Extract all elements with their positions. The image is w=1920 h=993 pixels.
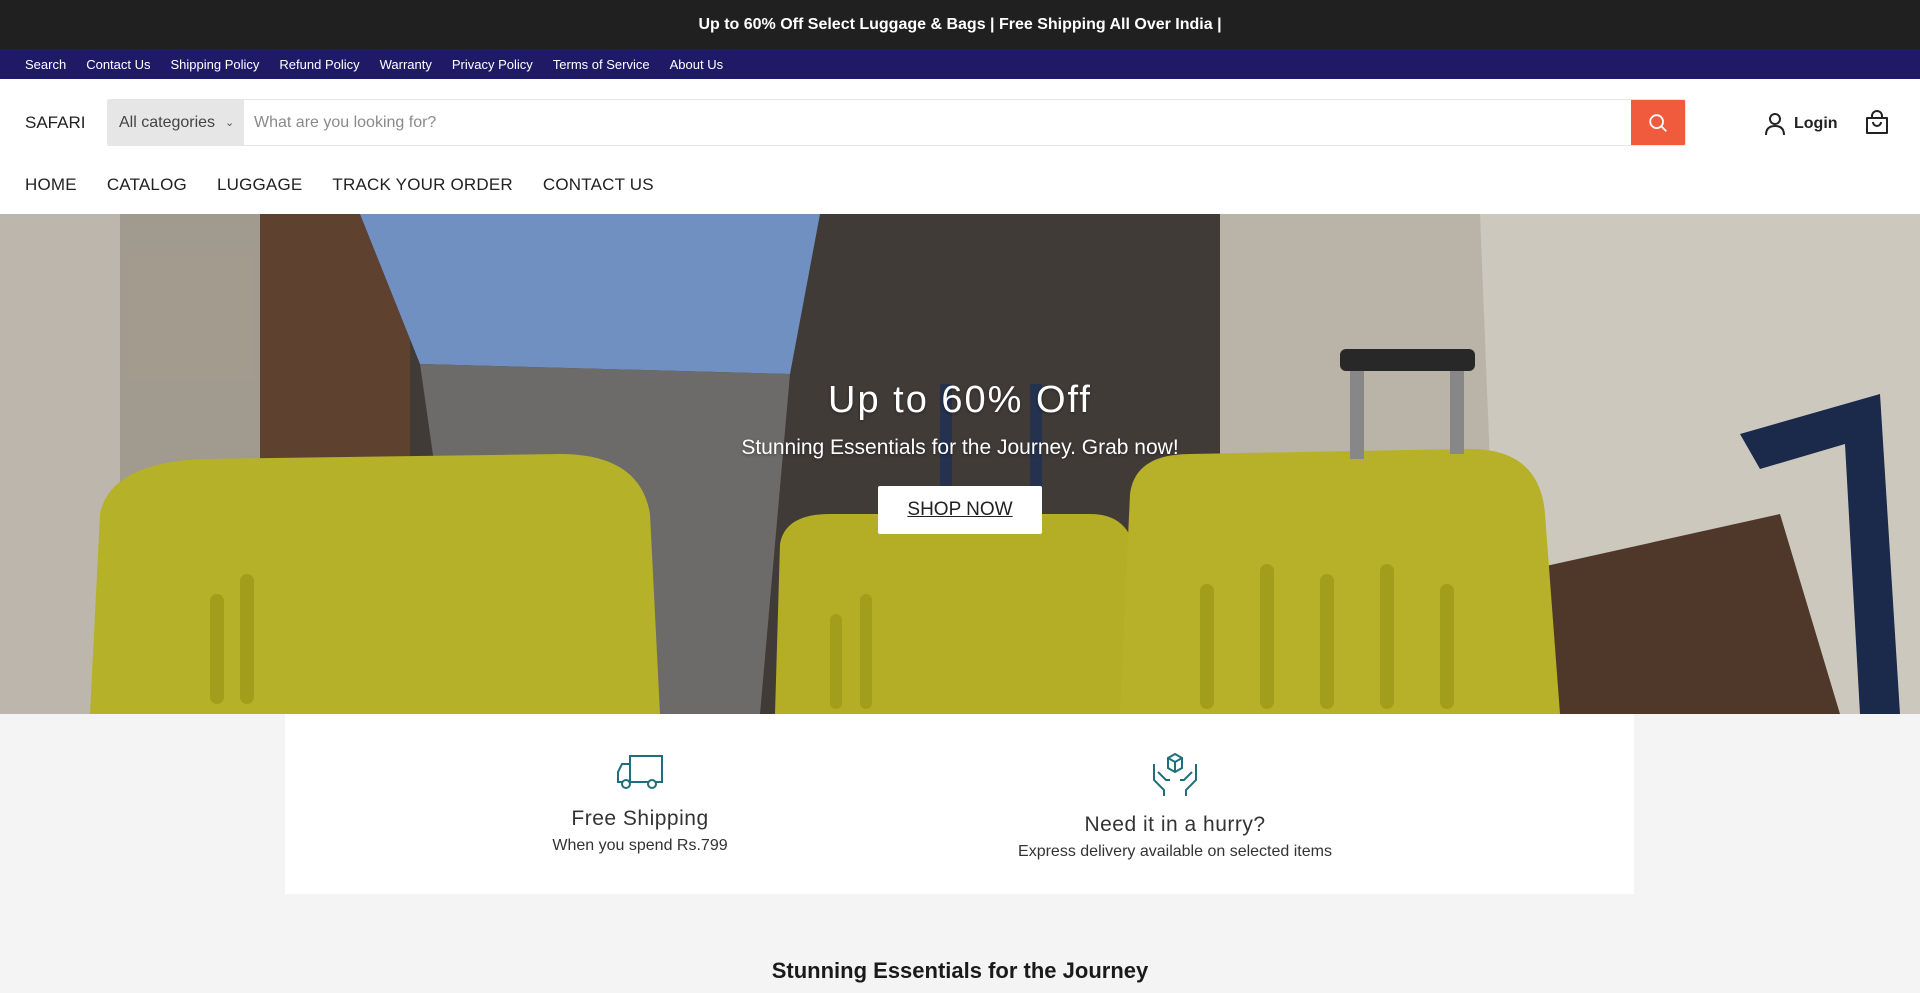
utility-link-refund-policy[interactable]: Refund Policy bbox=[279, 57, 359, 72]
login-link[interactable]: Login bbox=[1764, 112, 1838, 136]
cart-button[interactable] bbox=[1864, 110, 1890, 141]
feature-express-delivery: Need it in a hurry? Express delivery ava… bbox=[995, 750, 1355, 861]
category-select-value: All categories bbox=[119, 113, 216, 131]
announcement-text: Up to 60% Off Select Luggage & Bags | Fr… bbox=[698, 15, 1222, 33]
hero-content: Up to 60% Off Stunning Essentials for th… bbox=[0, 379, 1920, 534]
utility-link-contact-us[interactable]: Contact Us bbox=[86, 57, 150, 72]
shopping-bag-icon bbox=[1866, 110, 1888, 134]
announcement-bar: Up to 60% Off Select Luggage & Bags | Fr… bbox=[0, 0, 1920, 49]
truck-icon bbox=[617, 755, 663, 789]
hero-banner: Up to 60% Off Stunning Essentials for th… bbox=[0, 214, 1920, 714]
brand-logo[interactable]: SAFARI bbox=[25, 113, 85, 133]
search-bar: All categories ⌄ bbox=[107, 99, 1686, 146]
chevron-down-icon: ⌄ bbox=[225, 117, 235, 129]
utility-link-search[interactable]: Search bbox=[25, 57, 66, 72]
user-icon bbox=[1765, 113, 1785, 136]
utility-link-terms-of-service[interactable]: Terms of Service bbox=[553, 57, 650, 72]
nav-home[interactable]: HOME bbox=[25, 175, 77, 195]
search-input[interactable] bbox=[244, 100, 1631, 145]
hero-subtitle: Stunning Essentials for the Journey. Gra… bbox=[741, 436, 1179, 459]
feature-free-shipping: Free Shipping When you spend Rs.799 bbox=[520, 750, 760, 855]
feature-subtitle: Express delivery available on selected i… bbox=[1018, 843, 1332, 860]
hero-title: Up to 60% Off bbox=[828, 379, 1092, 421]
section-title: Stunning Essentials for the Journey bbox=[771, 958, 1149, 983]
utility-link-shipping-policy[interactable]: Shipping Policy bbox=[171, 57, 260, 72]
feature-subtitle: When you spend Rs.799 bbox=[552, 837, 728, 854]
site-header: SAFARI All categories ⌄ Login HOME CATA bbox=[0, 79, 1920, 214]
main-nav: HOME CATALOG LUGGAGE TRACK YOUR ORDER CO… bbox=[25, 175, 654, 195]
shop-now-button[interactable]: SHOP NOW bbox=[878, 486, 1042, 534]
feature-title: Need it in a hurry? bbox=[1084, 813, 1266, 836]
nav-track-your-order[interactable]: TRACK YOUR ORDER bbox=[332, 175, 512, 195]
feature-title: Free Shipping bbox=[571, 807, 709, 830]
nav-catalog[interactable]: CATALOG bbox=[107, 175, 187, 195]
login-label: Login bbox=[1794, 115, 1838, 132]
nav-luggage[interactable]: LUGGAGE bbox=[217, 175, 302, 195]
hands-box-icon bbox=[1153, 752, 1197, 796]
utility-link-about-us[interactable]: About Us bbox=[670, 57, 723, 72]
category-select[interactable]: All categories ⌄ bbox=[108, 100, 244, 145]
search-icon bbox=[1649, 113, 1667, 132]
utility-nav: Search Contact Us Shipping Policy Refund… bbox=[0, 49, 1920, 79]
nav-contact-us[interactable]: CONTACT US bbox=[543, 175, 654, 195]
features-strip: Free Shipping When you spend Rs.799 Need… bbox=[285, 714, 1634, 894]
utility-link-warranty[interactable]: Warranty bbox=[380, 57, 432, 72]
search-button[interactable] bbox=[1631, 100, 1685, 145]
utility-link-privacy-policy[interactable]: Privacy Policy bbox=[452, 57, 533, 72]
